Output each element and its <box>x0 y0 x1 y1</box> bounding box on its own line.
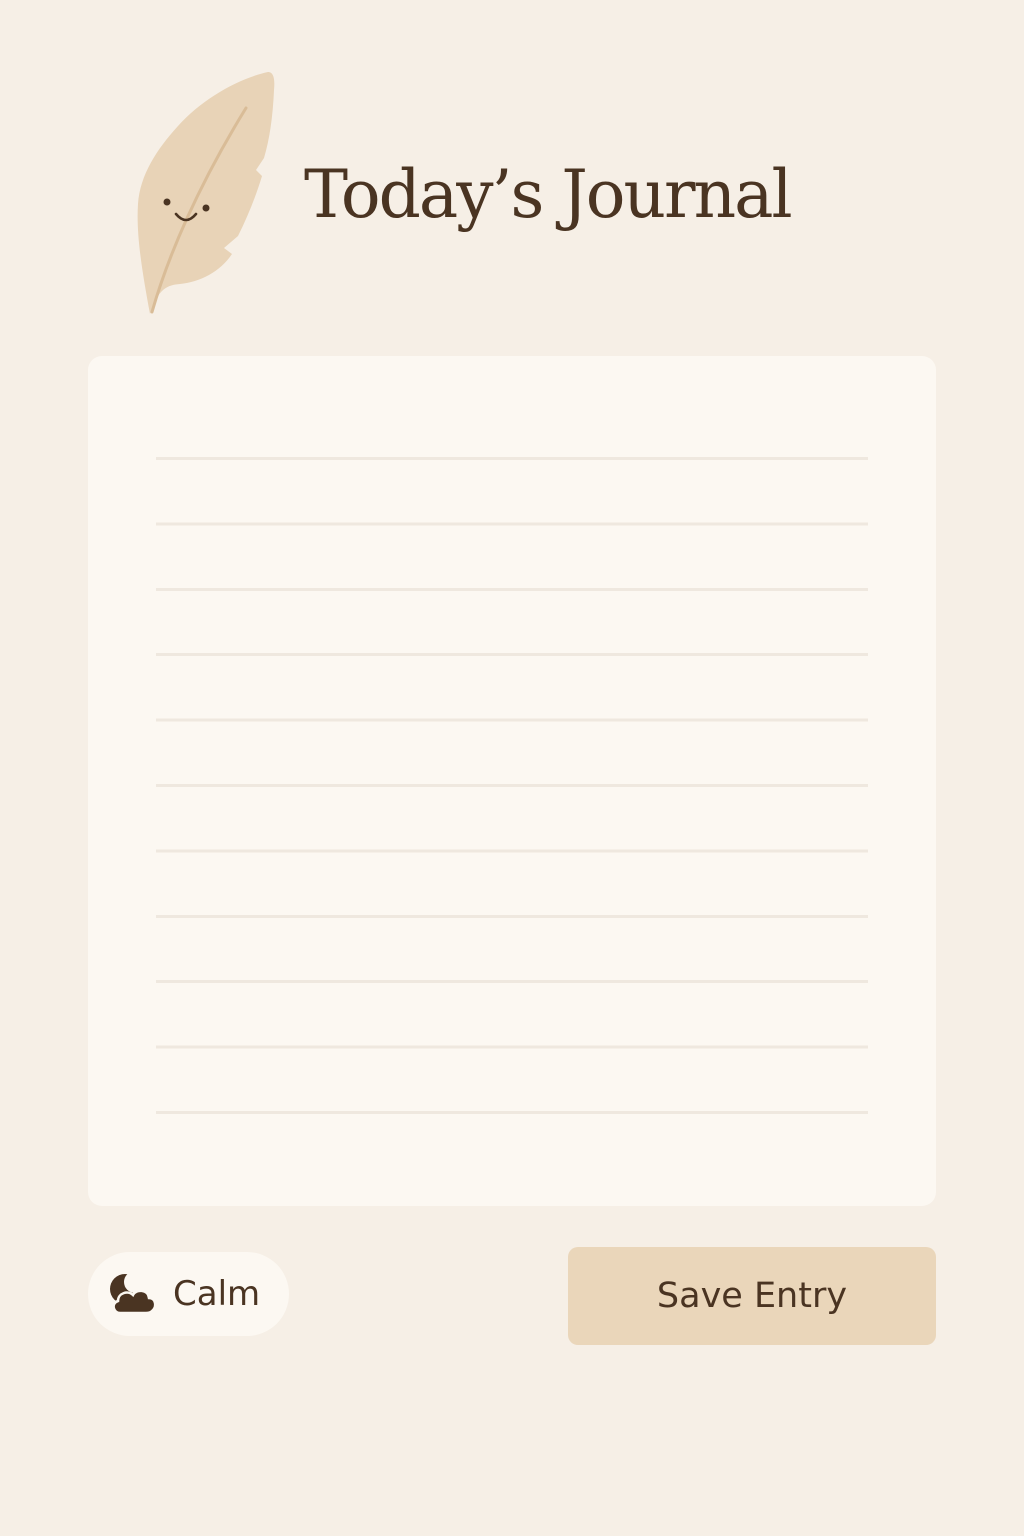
journal-entry-card <box>88 356 936 1206</box>
journal-entry-textarea[interactable] <box>156 448 868 1138</box>
page-title: Today’s Journal <box>304 156 793 233</box>
mood-label: Calm <box>173 1274 261 1314</box>
save-entry-button[interactable]: Save Entry <box>568 1247 936 1345</box>
cloud-moon-icon <box>110 1273 157 1315</box>
feather-logo-icon <box>128 66 278 320</box>
mood-selector[interactable]: Calm <box>88 1252 289 1336</box>
